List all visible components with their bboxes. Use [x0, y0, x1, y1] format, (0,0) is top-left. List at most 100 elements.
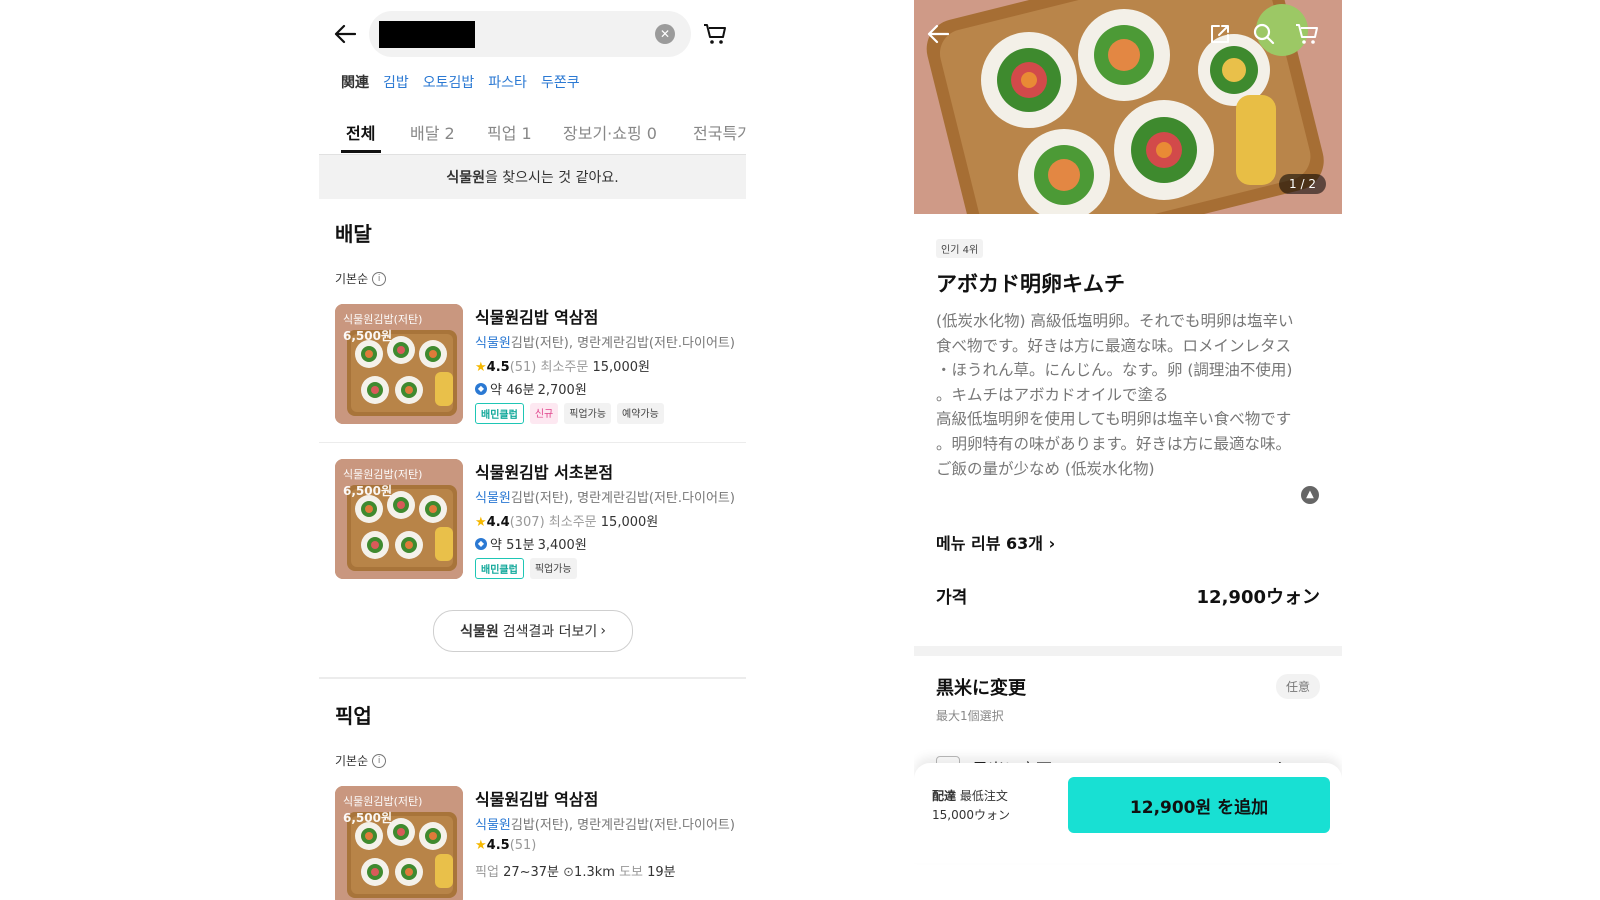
tag-reservation: 예약가능	[617, 403, 664, 424]
store-delivery-info: ◆ 약 51분 3,400원	[475, 534, 587, 553]
related-chip[interactable]: 김밥	[383, 72, 409, 92]
description-line: 。明卵特有の味があります。好きは方に最適な味。	[936, 434, 1291, 453]
thumb-overlay: 식물원김밥(저탄) 6,500원	[343, 467, 422, 499]
store-menu: 식물원김밥(저탄), 명란계란김밥(저탄.다이어트)	[475, 332, 735, 351]
order-info: 配達 最低注文 15,000ウォン	[932, 787, 1010, 825]
sort-label: 기본순	[335, 754, 369, 768]
pickup-time: 27~37분	[503, 865, 559, 880]
search-icon[interactable]	[1252, 22, 1276, 46]
review-count: (51)	[509, 838, 537, 853]
star-icon: ★	[475, 838, 487, 853]
store-rating: ★4.5(51)	[475, 838, 536, 853]
more-results-button[interactable]: 식물원 검색결과 더보기 ›	[433, 610, 633, 652]
product-image[interactable]: 1 / 2	[914, 0, 1342, 214]
thumb-label: 식물원김밥(저탄)	[343, 313, 423, 326]
price-value: 12,900ウォン	[1196, 587, 1320, 608]
pickup-sort[interactable]: 기본순 i	[335, 752, 387, 769]
back-arrow-icon[interactable]	[926, 22, 950, 46]
tab-nationwide[interactable]: 전국특가	[693, 120, 746, 144]
related-chip[interactable]: 두쫀쿠	[541, 72, 580, 92]
category-tabs: 전체 배달 2 픽업 1 장보기·쇼핑 0 전국특가	[319, 112, 746, 155]
divider	[319, 442, 746, 443]
store-delivery-info: ◆ 약 46분 2,700원	[475, 379, 587, 398]
cart-icon[interactable]	[1295, 22, 1319, 46]
star-icon: ★	[475, 360, 487, 375]
menu-review-link[interactable]: 메뉴 리뷰 63개 ›	[936, 530, 1055, 554]
related-chip[interactable]: 파스타	[488, 72, 527, 92]
popularity-badge: 인기 4위	[936, 239, 984, 258]
delivery-icon: ◆	[475, 382, 487, 395]
min-order-label: 최소주문	[548, 515, 597, 530]
pickup-store-card[interactable]: 식물원김밥(저탄) 6,500원 식물원김밥 역삼점 식물원김밥(저탄), 명란…	[319, 786, 746, 900]
tag-pickup: 픽업가능	[564, 403, 612, 424]
store-card[interactable]: 식물원김밥(저탄) 6,500원 식물원김밥 역삼점 식물원김밥(저탄), 명란…	[319, 304, 746, 434]
chevron-right-icon: ›	[1048, 534, 1056, 553]
store-menu: 식물원김밥(저탄), 명란계란김밥(저탄.다이어트)	[475, 814, 735, 833]
store-card[interactable]: 식물원김밥(저탄) 6,500원 식물원김밥 서초본점 식물원김밥(저탄), 명…	[319, 459, 746, 589]
menu-highlight: 식물원	[475, 336, 511, 351]
tab-delivery[interactable]: 배달 2	[410, 120, 455, 144]
tab-shopping[interactable]: 장보기·쇼핑 0	[563, 120, 657, 144]
related-keywords: 関連 김밥 오토김밥 파스타 두쫀쿠	[341, 72, 580, 92]
optional-badge: 任意	[1275, 674, 1320, 699]
product-description: (低炭水化物) 高級低塩明卵。それでも明卵は塩辛い 食べ物です。好きは方に最適な…	[936, 309, 1321, 481]
store-thumbnail: 식물원김밥(저탄) 6,500원	[335, 786, 463, 900]
rating-value: 4.5	[486, 838, 510, 853]
add-to-cart-button[interactable]: 12,900원 を追加	[1068, 777, 1330, 833]
delivery-time: 약 46분	[490, 383, 535, 398]
related-chip[interactable]: 오토김밥	[423, 72, 475, 92]
delivery-fee: 3,400원	[537, 538, 587, 553]
info-icon[interactable]: i	[372, 753, 387, 768]
product-title: アボカド明卵キムチ	[936, 272, 1125, 296]
sort-label: 기본순	[335, 272, 369, 286]
back-arrow-icon[interactable]	[331, 20, 359, 48]
delivery-sort[interactable]: 기본순 i	[335, 270, 387, 287]
search-suggestion[interactable]: 식물원 을 찾으시는 것 같아요.	[319, 155, 746, 199]
option-group-title: 黒米に変更	[936, 678, 1026, 699]
search-input[interactable]: ✕	[369, 11, 691, 57]
min-order-value: 15,000원	[600, 515, 659, 530]
tag-baemin-club: 배민클럽	[475, 403, 524, 424]
min-order-value: 15,000ウォン	[932, 808, 1010, 822]
cart-icon[interactable]	[702, 21, 728, 47]
search-header: ✕	[319, 8, 746, 60]
menu-text: 김밥(저탄), 명란계란김밥(저탄.다이어트)	[510, 336, 735, 351]
section-divider	[914, 646, 1342, 656]
redacted-search-text	[379, 21, 475, 48]
thumb-price: 6,500원	[343, 329, 392, 343]
thumb-price: 6,500원	[343, 811, 392, 825]
delivery-icon: ◆	[475, 537, 487, 550]
option-group-subtitle: 最大1個選択	[936, 709, 1004, 723]
tab-pickup[interactable]: 픽업 1	[487, 120, 532, 144]
description-line: ご飯の量が少なめ (低炭水化物)	[936, 459, 1155, 478]
description-line: (低炭水化物) 高級低塩明卵。それでも明卵は塩辛い	[936, 312, 1294, 330]
thumb-overlay: 식물원김밥(저탄) 6,500원	[343, 312, 422, 344]
description-line: 食べ物です。好きは方に最適な味。ロメインレタス	[936, 336, 1291, 355]
star-icon: ★	[475, 515, 487, 530]
description-line: ・ほうれん草。にんじん。なす。卵 (調理油不使用)	[936, 361, 1293, 380]
info-icon[interactable]: i	[372, 271, 387, 286]
chevron-up-icon[interactable]: ▲	[1301, 486, 1319, 504]
review-count: (51)	[509, 360, 537, 375]
thumb-label: 식물원김밥(저탄)	[343, 795, 423, 808]
store-thumbnail: 식물원김밥(저탄) 6,500원	[335, 459, 463, 579]
menu-text: 김밥(저탄), 명란계란김밥(저탄.다이어트)	[510, 818, 735, 833]
share-icon[interactable]	[1208, 22, 1232, 46]
distance: 1.3km	[574, 865, 615, 880]
more-keyword: 식물원	[460, 624, 499, 640]
clear-icon[interactable]: ✕	[655, 24, 675, 44]
store-rating: ★4.5(51) 최소주문 15,000원	[475, 356, 650, 375]
store-name: 식물원김밥 서초본점	[475, 463, 614, 482]
store-thumbnail: 식물원김밥(저탄) 6,500원	[335, 304, 463, 424]
min-order-label: 最低注文	[959, 789, 1008, 803]
location-pin-icon: ⊙	[563, 865, 575, 880]
delivery-label: 配達	[932, 789, 957, 803]
tab-all[interactable]: 전체	[346, 120, 375, 144]
store-name: 식물원김밥 역삼점	[475, 790, 599, 809]
thumb-price: 6,500원	[343, 484, 392, 498]
menu-highlight: 식물원	[475, 491, 511, 506]
suggestion-keyword: 식물원	[446, 170, 485, 186]
tag-new: 신규	[529, 403, 559, 424]
store-tags: 배민클럽 픽업가능	[475, 558, 577, 579]
more-text: 검색결과 더보기	[502, 624, 598, 640]
